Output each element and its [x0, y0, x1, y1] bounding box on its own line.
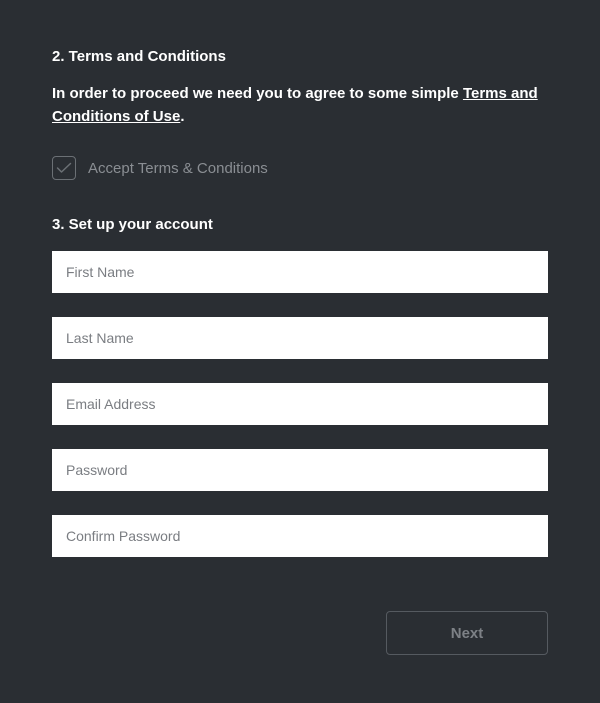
- next-button[interactable]: Next: [386, 611, 548, 655]
- accept-terms-row: Accept Terms & Conditions: [52, 156, 548, 180]
- account-heading: 3. Set up your account: [52, 216, 548, 233]
- terms-intro-prefix: In order to proceed we need you to agree…: [52, 85, 463, 102]
- account-section: 3. Set up your account Next: [52, 216, 548, 655]
- terms-intro: In order to proceed we need you to agree…: [52, 83, 548, 128]
- terms-heading: 2. Terms and Conditions: [52, 48, 548, 65]
- email-input[interactable]: [52, 383, 548, 425]
- terms-intro-suffix: .: [180, 108, 184, 125]
- password-input[interactable]: [52, 449, 548, 491]
- form-fields: [52, 251, 548, 557]
- first-name-input[interactable]: [52, 251, 548, 293]
- terms-section: 2. Terms and Conditions In order to proc…: [52, 48, 548, 180]
- last-name-input[interactable]: [52, 317, 548, 359]
- accept-terms-label: Accept Terms & Conditions: [88, 160, 268, 177]
- accept-terms-checkbox[interactable]: [52, 156, 76, 180]
- checkmark-icon: [56, 162, 72, 174]
- confirm-password-input[interactable]: [52, 515, 548, 557]
- button-row: Next: [52, 611, 548, 655]
